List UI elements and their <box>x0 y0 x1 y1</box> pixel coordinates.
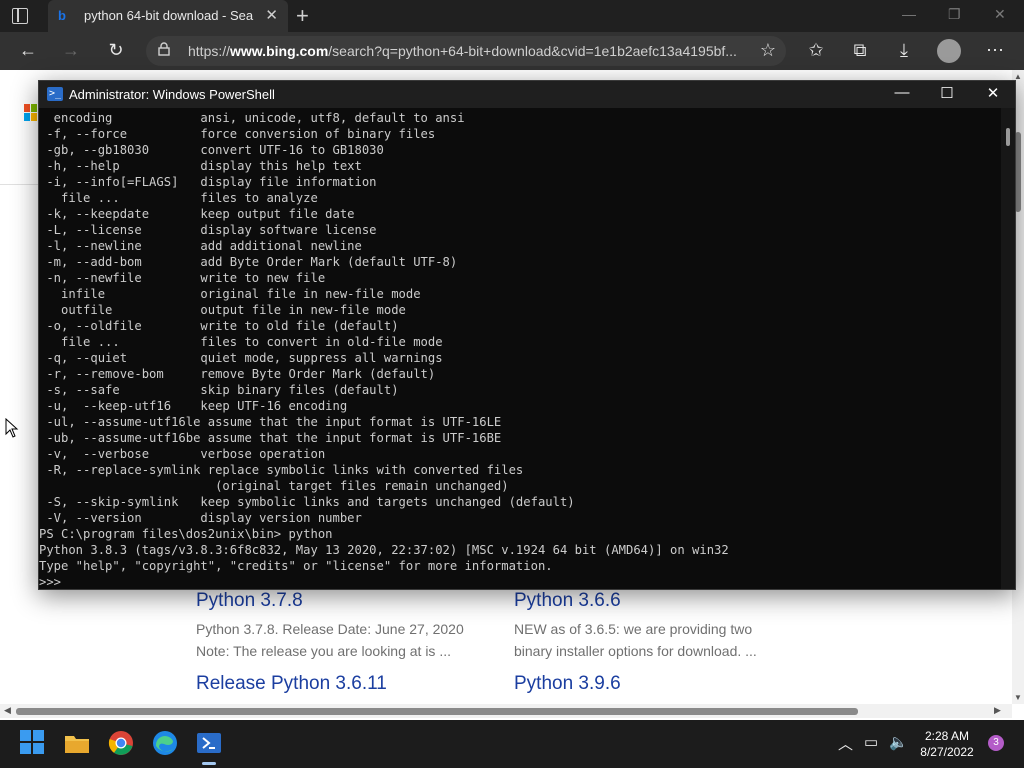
console-scrollbar[interactable] <box>1001 108 1015 589</box>
network-icon[interactable]: ▭ <box>864 733 878 751</box>
refresh-icon[interactable]: ↻ <box>105 40 127 61</box>
edge-icon[interactable] <box>152 730 178 756</box>
console-output[interactable]: encoding ansi, unicode, utf8, default to… <box>39 108 1001 589</box>
console-scroll-thumb[interactable] <box>1006 128 1010 146</box>
back-icon[interactable]: ← <box>17 40 39 61</box>
search-result[interactable]: Python 3.7.8 Python 3.7.8. Release Date:… <box>196 590 464 662</box>
notification-badge[interactable]: 3 <box>988 735 1004 751</box>
ps-close-icon[interactable]: ✕ <box>983 84 1003 102</box>
scroll-thumb[interactable] <box>16 708 858 715</box>
restore-icon[interactable]: ❐ <box>948 6 961 23</box>
result-snippet: NEW as of 3.6.5: we are providing two bi… <box>514 621 757 659</box>
tab-title: python 64-bit download - Search <box>84 8 254 23</box>
browser-tab[interactable]: b python 64-bit download - Search ✕ <box>48 0 288 32</box>
powershell-title-bar[interactable]: >_ Administrator: Windows PowerShell — ☐… <box>39 81 1015 108</box>
collections-icon[interactable]: ⧉ <box>849 40 871 61</box>
ps-maximize-icon[interactable]: ☐ <box>937 84 957 102</box>
console-text: encoding ansi, unicode, utf8, default to… <box>39 111 729 589</box>
bing-favicon-icon: b <box>58 8 66 23</box>
search-result[interactable]: Python 3.6.6 NEW as of 3.6.5: we are pro… <box>514 590 757 662</box>
browser-toolbar: ← → ↻ https://www.bing.com/search?q=pyth… <box>0 32 1024 70</box>
scroll-right-icon[interactable]: ▶ <box>994 705 1001 716</box>
more-menu-icon[interactable]: ⋯ <box>984 40 1006 61</box>
taskbar: ︿ ▭ 🔈 2:28 AM 8/27/2022 3 <box>0 720 1024 768</box>
tab-actions-icon[interactable] <box>12 8 28 24</box>
result-snippet: Python 3.7.8. Release Date: June 27, 202… <box>196 621 464 659</box>
close-window-icon[interactable]: ✕ <box>994 6 1006 23</box>
address-bar[interactable]: https://www.bing.com/search?q=python+64-… <box>146 36 786 66</box>
header-divider <box>0 184 40 185</box>
active-app-indicator <box>202 762 216 765</box>
downloads-icon[interactable]: ⤓ <box>893 40 915 61</box>
search-result-title[interactable]: Python 3.9.6 <box>514 673 621 695</box>
clock-time: 2:28 AM <box>924 729 970 743</box>
result-title[interactable]: Python 3.7.8 <box>196 590 464 612</box>
minimize-icon[interactable]: — <box>902 6 916 22</box>
forward-icon[interactable]: → <box>60 40 82 61</box>
microsoft-logo-icon <box>24 104 38 122</box>
file-explorer-icon[interactable] <box>64 730 90 756</box>
scroll-left-icon[interactable]: ◀ <box>4 705 11 716</box>
favorites-icon[interactable]: ✩ <box>805 40 827 61</box>
powershell-title: Administrator: Windows PowerShell <box>69 87 275 102</box>
url-text: https://www.bing.com/search?q=python+64-… <box>188 43 737 59</box>
powershell-taskbar-icon[interactable] <box>196 730 222 756</box>
result-title[interactable]: Python 3.6.6 <box>514 590 757 612</box>
mouse-cursor-icon <box>5 418 19 438</box>
new-tab-icon[interactable]: + <box>296 3 309 29</box>
scroll-down-icon[interactable]: ▼ <box>1014 693 1022 702</box>
volume-icon[interactable]: 🔈 <box>889 733 908 751</box>
lock-icon <box>158 42 170 56</box>
system-clock[interactable]: 2:28 AM 8/27/2022 <box>915 728 979 760</box>
profile-avatar[interactable] <box>937 39 961 63</box>
add-favorite-icon[interactable]: ☆ <box>757 40 779 61</box>
show-hidden-icons-icon[interactable]: ︿ <box>838 733 853 754</box>
chrome-icon[interactable] <box>108 730 134 756</box>
page-horizontal-scrollbar[interactable]: ◀ ▶ <box>0 704 1012 718</box>
tab-close-icon[interactable]: ✕ <box>265 6 278 24</box>
search-result-title[interactable]: Release Python 3.6.11 <box>196 673 387 695</box>
browser-tab-bar: b python 64-bit download - Search ✕ + — … <box>0 0 1024 32</box>
windows-start-icon[interactable] <box>20 730 46 756</box>
powershell-window[interactable]: >_ Administrator: Windows PowerShell — ☐… <box>38 80 1016 590</box>
ps-minimize-icon[interactable]: — <box>892 84 912 101</box>
clock-date: 8/27/2022 <box>920 745 974 759</box>
powershell-icon: >_ <box>47 87 63 101</box>
